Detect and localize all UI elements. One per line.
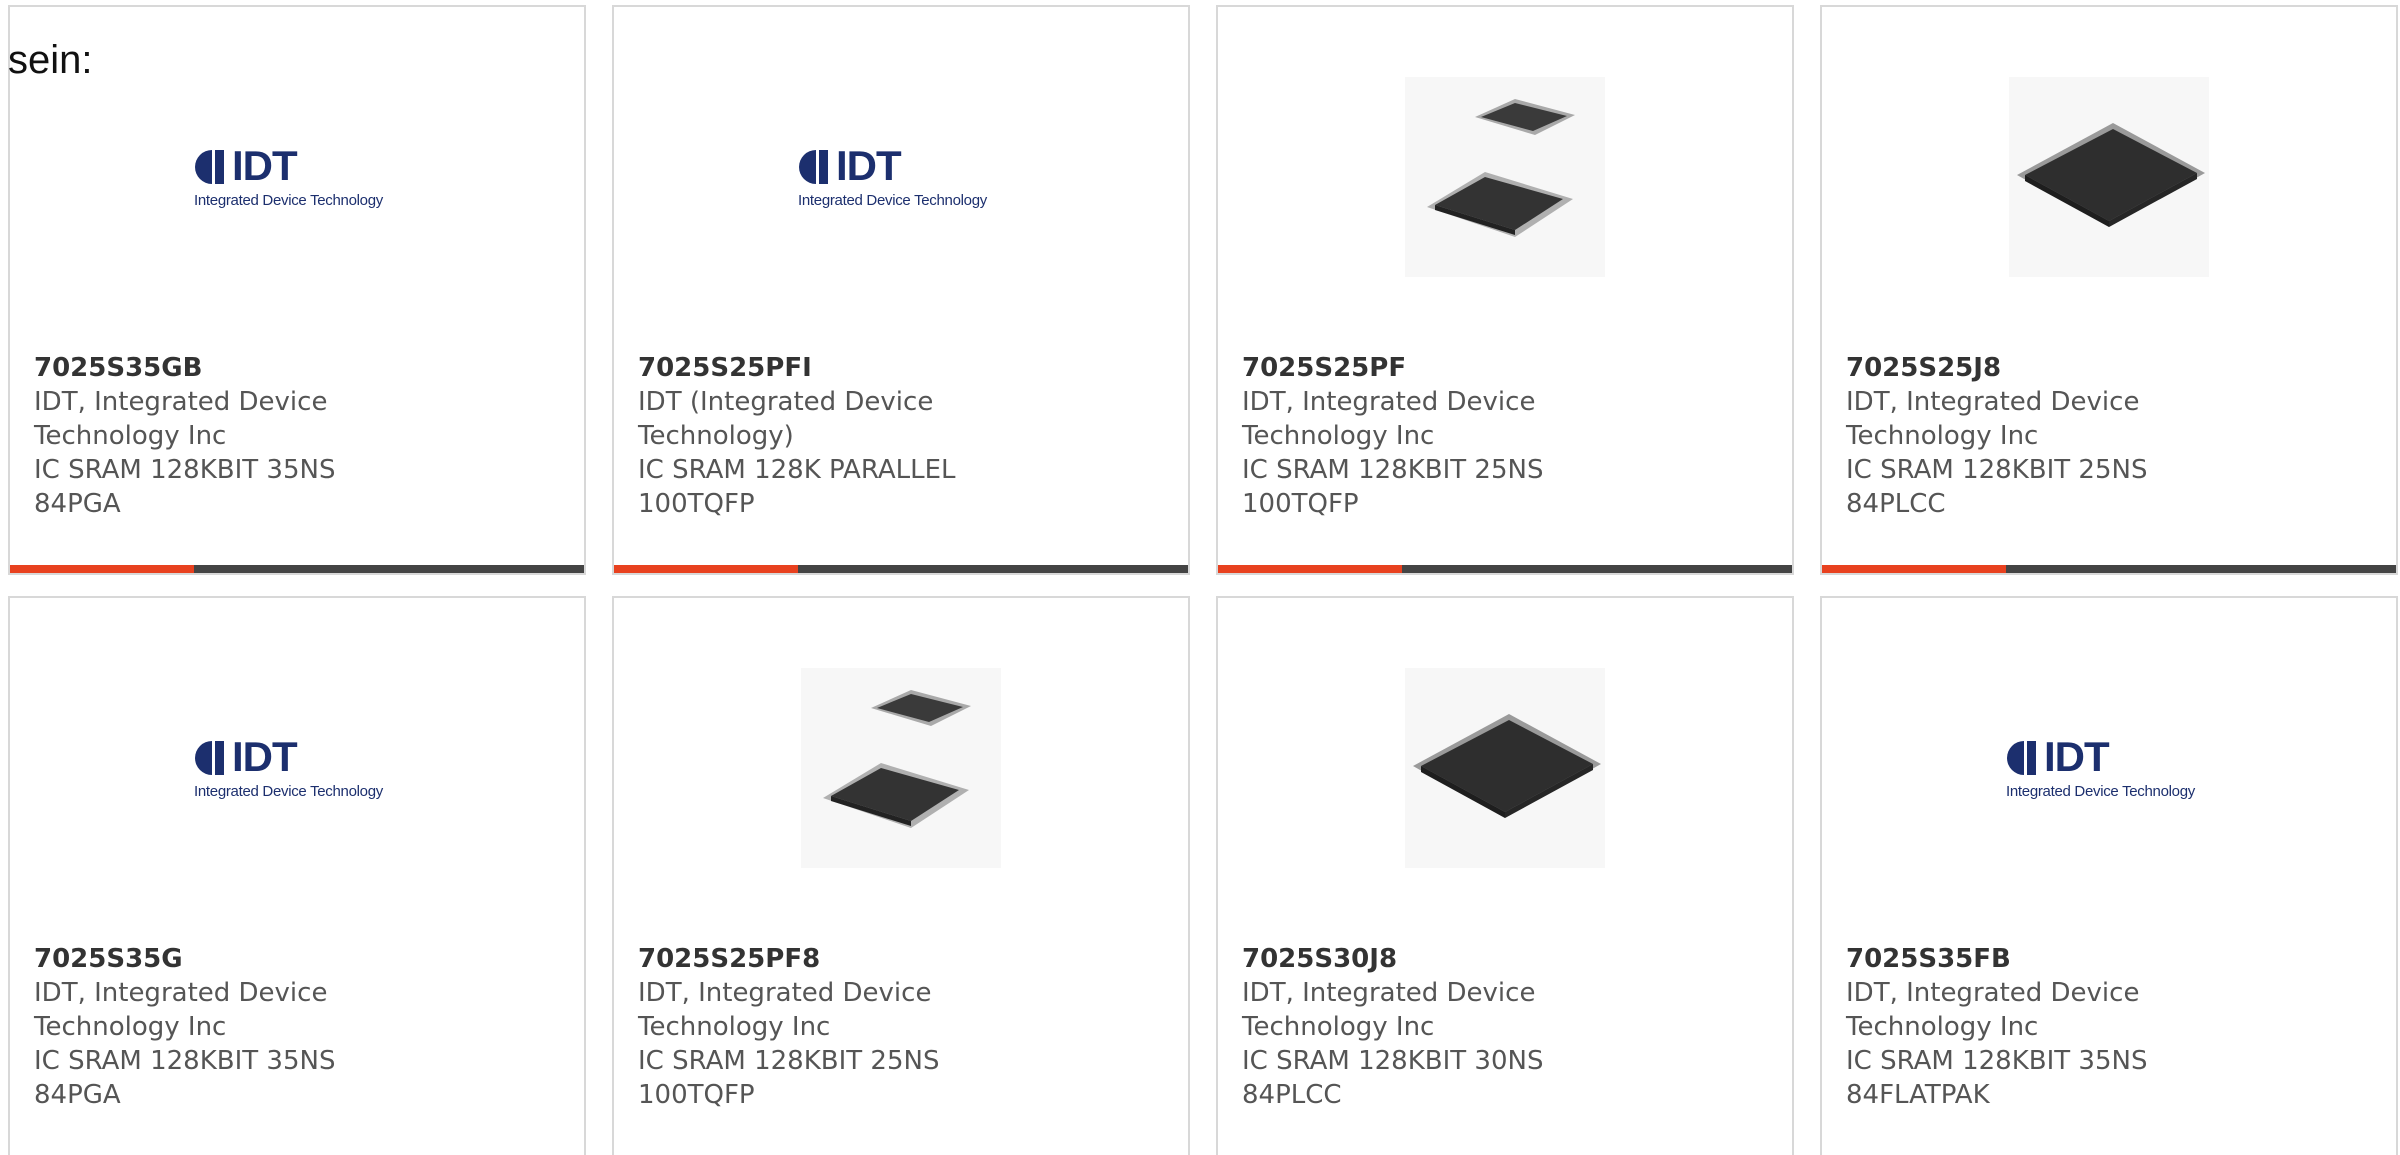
logo-tagline: Integrated Device Technology bbox=[798, 192, 987, 209]
product-image: IDT Integrated Device Technology bbox=[10, 67, 584, 287]
description: IC SRAM 128KBIT 35NS 84PGA bbox=[34, 455, 336, 519]
idt-logo-mark-icon bbox=[799, 150, 828, 184]
logo-text: IDT bbox=[2044, 733, 2110, 780]
tqfp-chips-photo-icon bbox=[1405, 77, 1605, 277]
description: IC SRAM 128KBIT 25NS 84PLCC bbox=[1846, 455, 2148, 519]
logo-text: IDT bbox=[232, 142, 298, 189]
product-card[interactable]: 7025S25J8 IDT, Integrated Device Technol… bbox=[1820, 5, 2398, 575]
card-accent-bar bbox=[614, 565, 798, 573]
description: IC SRAM 128K PARALLEL 100TQFP bbox=[638, 455, 956, 519]
product-card[interactable]: IDT Integrated Device Technology 7025S35… bbox=[8, 5, 586, 575]
manufacturer: IDT, Integrated Device Technology Inc bbox=[1846, 978, 2140, 1042]
part-number[interactable]: 7025S35GB bbox=[34, 351, 560, 385]
logo-tagline: Integrated Device Technology bbox=[2006, 783, 2195, 800]
manufacturer: IDT, Integrated Device Technology Inc bbox=[638, 978, 932, 1042]
card-bottom-bar bbox=[10, 565, 584, 573]
plcc-chip-photo-icon bbox=[1405, 668, 1605, 868]
product-image bbox=[614, 658, 1188, 878]
logo-text: IDT bbox=[836, 142, 902, 189]
idt-logo-mark-icon bbox=[195, 150, 224, 184]
product-image: IDT Integrated Device Technology bbox=[614, 67, 1188, 287]
logo-tagline: Integrated Device Technology bbox=[194, 192, 383, 209]
tqfp-chips-photo-icon bbox=[801, 668, 1001, 868]
card-bottom-bar bbox=[1822, 565, 2396, 573]
product-image bbox=[1822, 67, 2396, 287]
card-bottom-bar bbox=[1218, 565, 1792, 573]
description: IC SRAM 128KBIT 25NS 100TQFP bbox=[1242, 455, 1544, 519]
idt-logo: IDT Integrated Device Technology bbox=[796, 142, 1006, 212]
part-number[interactable]: 7025S30J8 bbox=[1242, 942, 1768, 976]
product-card[interactable]: 7025S25PF IDT, Integrated Device Technol… bbox=[1216, 5, 1794, 575]
product-card[interactable]: IDT Integrated Device Technology 7025S35… bbox=[1820, 596, 2398, 1155]
part-number[interactable]: 7025S25PF bbox=[1242, 351, 1768, 385]
part-number[interactable]: 7025S35FB bbox=[1846, 942, 2372, 976]
plcc-chip-photo-icon bbox=[2009, 77, 2209, 277]
part-number[interactable]: 7025S35G bbox=[34, 942, 560, 976]
product-image: IDT Integrated Device Technology bbox=[10, 658, 584, 878]
product-card[interactable]: IDT Integrated Device Technology 7025S25… bbox=[612, 5, 1190, 575]
idt-logo: IDT Integrated Device Technology bbox=[192, 733, 402, 803]
product-card[interactable]: 7025S25PF8 IDT, Integrated Device Techno… bbox=[612, 596, 1190, 1155]
manufacturer: IDT, Integrated Device Technology Inc bbox=[34, 387, 328, 451]
idt-logo-mark-icon bbox=[2007, 741, 2036, 775]
card-accent-bar bbox=[1822, 565, 2006, 573]
product-image bbox=[1218, 67, 1792, 287]
idt-logo: IDT Integrated Device Technology bbox=[2004, 733, 2214, 803]
logo-tagline: Integrated Device Technology bbox=[194, 783, 383, 800]
part-number[interactable]: 7025S25PF8 bbox=[638, 942, 1164, 976]
product-grid-page: sein: IDT Integrated Device Technology 7… bbox=[0, 0, 2400, 1155]
manufacturer: IDT (Integrated Device Technology) bbox=[638, 387, 934, 451]
manufacturer: IDT, Integrated Device Technology Inc bbox=[34, 978, 328, 1042]
description: IC SRAM 128KBIT 35NS 84FLATPAK bbox=[1846, 1046, 2148, 1110]
manufacturer: IDT, Integrated Device Technology Inc bbox=[1242, 387, 1536, 451]
product-image: IDT Integrated Device Technology bbox=[1822, 658, 2396, 878]
idt-logo-mark-icon bbox=[195, 741, 224, 775]
manufacturer: IDT, Integrated Device Technology Inc bbox=[1846, 387, 2140, 451]
card-accent-bar bbox=[10, 565, 194, 573]
card-accent-bar bbox=[1218, 565, 1402, 573]
card-bottom-bar bbox=[614, 565, 1188, 573]
manufacturer: IDT, Integrated Device Technology Inc bbox=[1242, 978, 1536, 1042]
part-number[interactable]: 7025S25J8 bbox=[1846, 351, 2372, 385]
product-card[interactable]: 7025S30J8 IDT, Integrated Device Technol… bbox=[1216, 596, 1794, 1155]
product-image bbox=[1218, 658, 1792, 878]
idt-logo: IDT Integrated Device Technology bbox=[192, 142, 402, 212]
logo-text: IDT bbox=[232, 733, 298, 780]
intro-text: sein: bbox=[8, 38, 93, 82]
description: IC SRAM 128KBIT 35NS 84PGA bbox=[34, 1046, 336, 1110]
description: IC SRAM 128KBIT 30NS 84PLCC bbox=[1242, 1046, 1544, 1110]
part-number[interactable]: 7025S25PFI bbox=[638, 351, 1164, 385]
product-card[interactable]: IDT Integrated Device Technology 7025S35… bbox=[8, 596, 586, 1155]
description: IC SRAM 128KBIT 25NS 100TQFP bbox=[638, 1046, 940, 1110]
